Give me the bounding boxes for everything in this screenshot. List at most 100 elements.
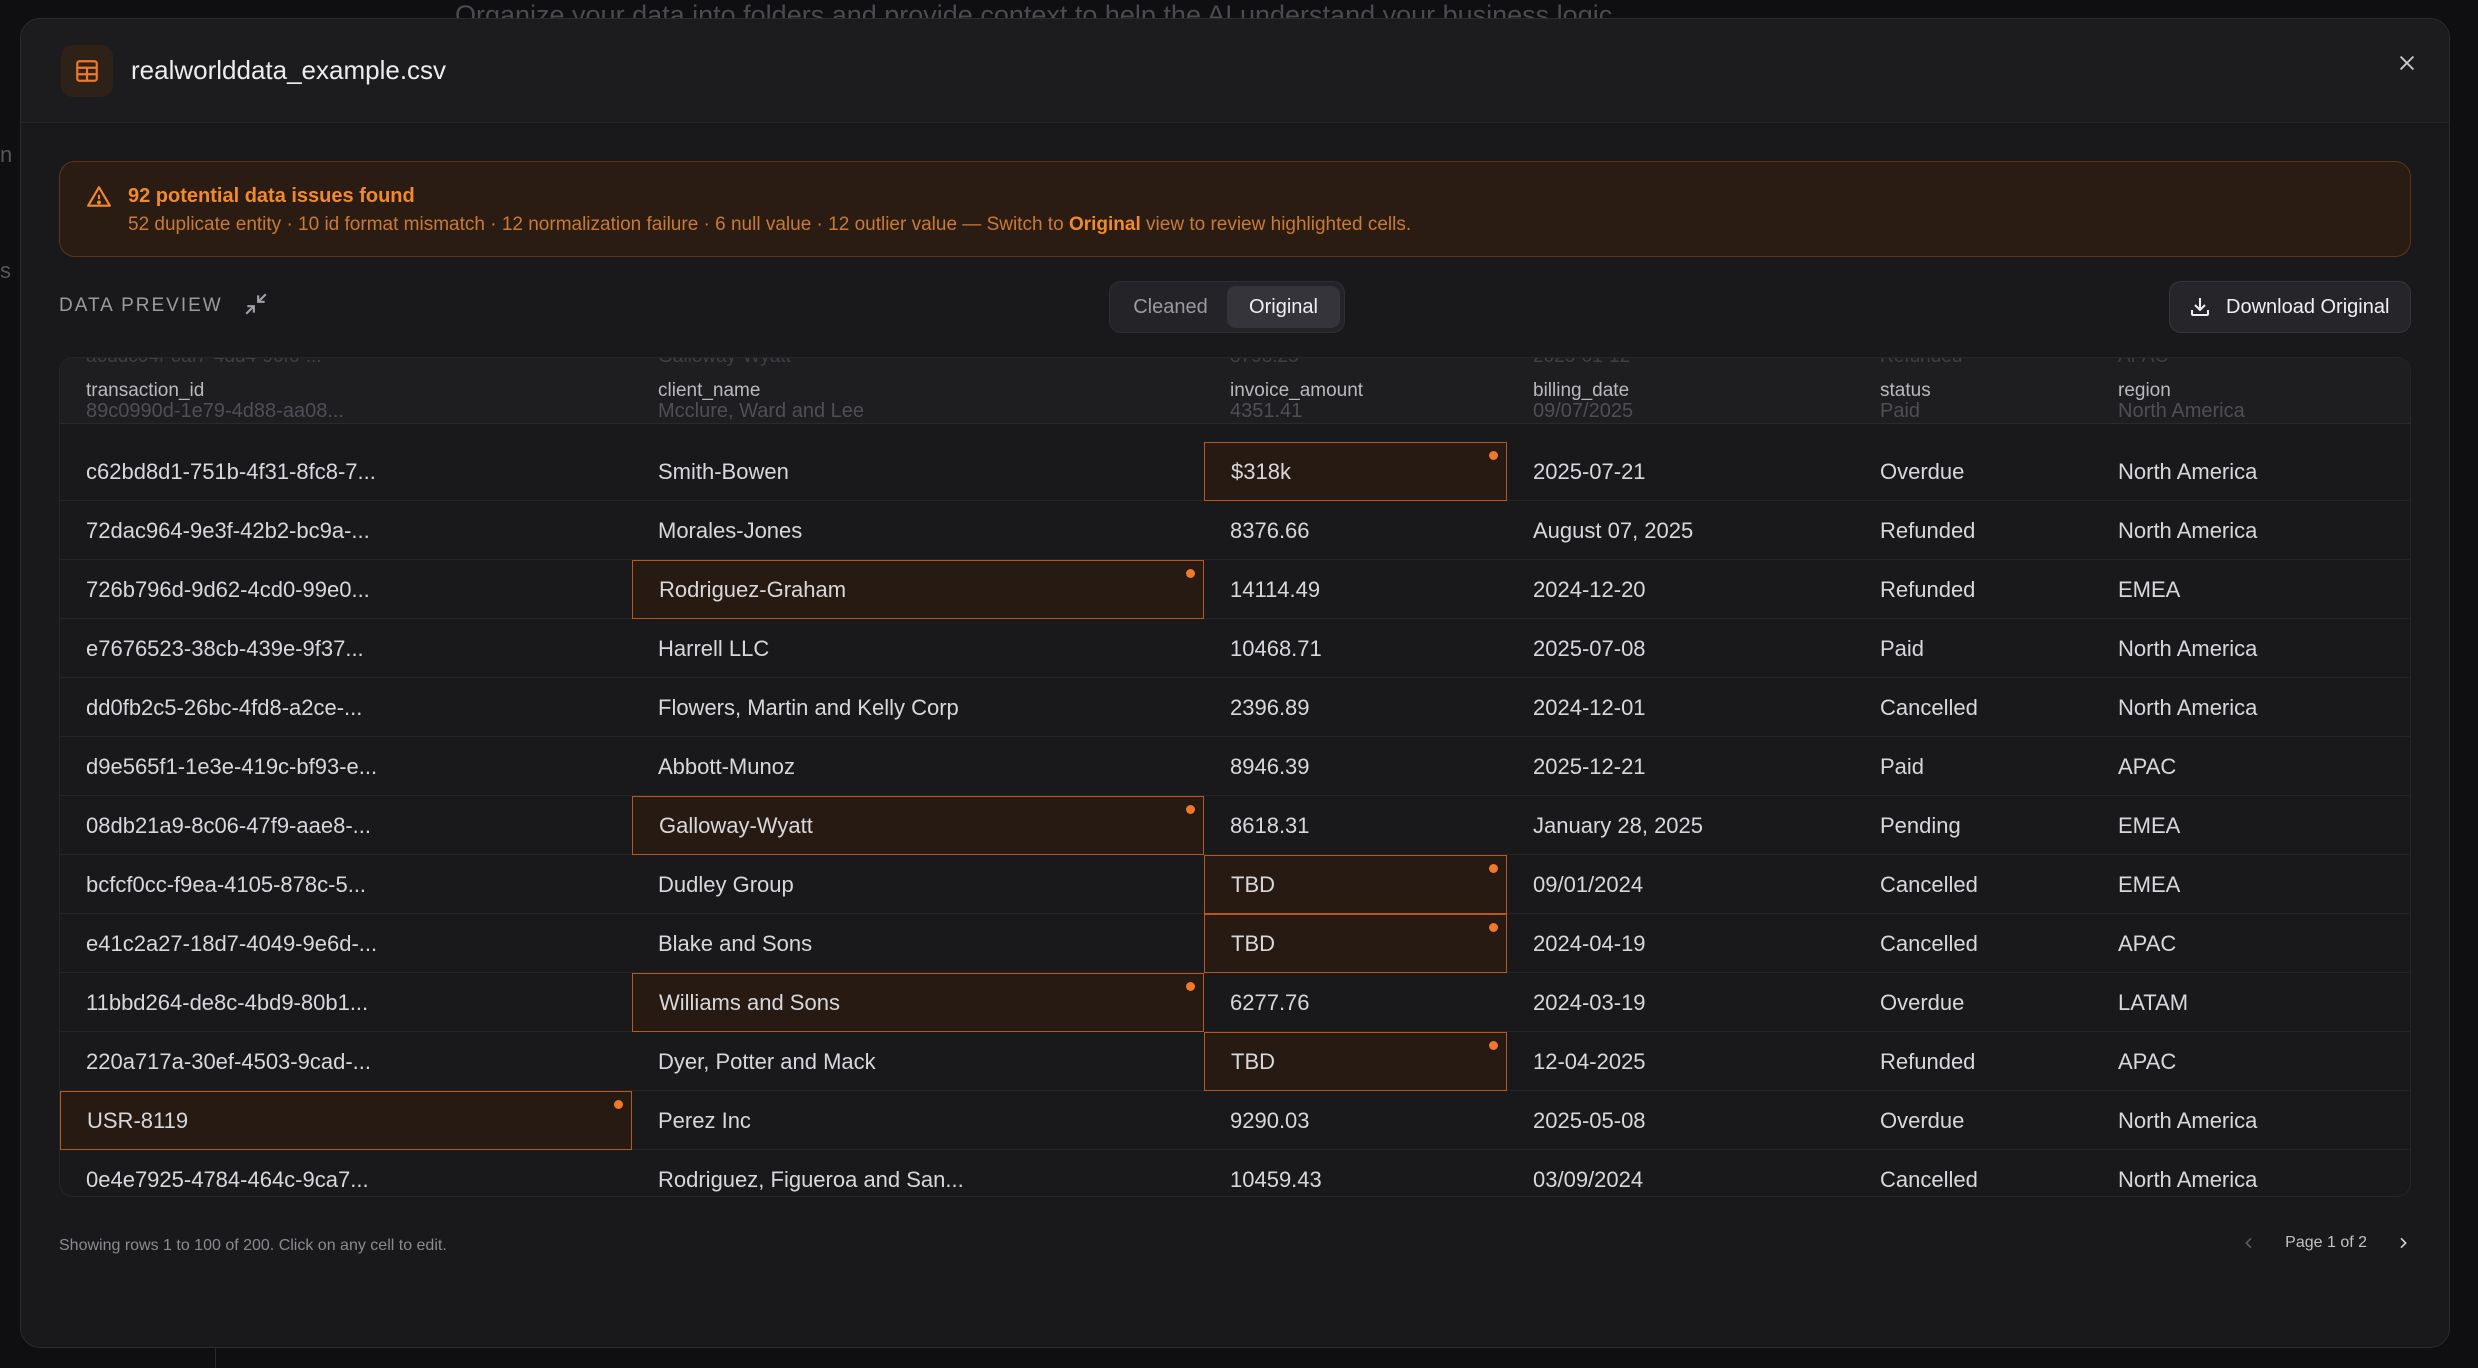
table-cell-transaction-id[interactable]: 0e4e7925-4784-464c-9ca7...	[60, 1150, 632, 1196]
table-cell-status[interactable]: Refunded	[1854, 1032, 2092, 1091]
table-cell-status[interactable]: Cancelled	[1854, 678, 2092, 737]
table-cell-region[interactable]: North America	[2092, 1150, 2410, 1196]
table-cell-client-name[interactable]: Dudley Group	[632, 855, 1204, 914]
table-cell-region[interactable]: EMEA	[2092, 796, 2410, 855]
table-row: 726b796d-9d62-4cd0-99e0... Rodriguez-Grah…	[60, 560, 2410, 619]
table-cell-invoice-amount[interactable]: 10459.43	[1204, 1150, 1507, 1196]
table-cell-region[interactable]: North America	[2092, 442, 2410, 501]
table-cell-billing-date[interactable]: 2024-04-19	[1507, 914, 1854, 973]
next-page-button[interactable]	[2389, 1229, 2417, 1257]
table-cell-billing-date[interactable]: 09/01/2024	[1507, 855, 1854, 914]
data-issues-alert: 92 potential data issues found 52 duplic…	[59, 161, 2411, 257]
flagged-cell-client-name[interactable]: Rodriguez-Graham	[632, 560, 1204, 619]
background-fragment: s	[0, 258, 11, 283]
table-cell-transaction-id[interactable]: e7676523-38cb-439e-9f37...	[60, 619, 632, 678]
close-button[interactable]	[2387, 43, 2427, 83]
table-cell-transaction-id[interactable]: e41c2a27-18d7-4049-9e6d-...	[60, 914, 632, 973]
table-cell-client-name[interactable]: Morales-Jones	[632, 501, 1204, 560]
table-cell-status[interactable]: Pending	[1854, 796, 2092, 855]
column-header-billing-date[interactable]: billing_date	[1533, 380, 1629, 402]
ghost-cell: 8798.25	[1230, 358, 1299, 368]
table-cell-invoice-amount[interactable]: 8946.39	[1204, 737, 1507, 796]
table-cell-region[interactable]: North America	[2092, 1091, 2410, 1150]
flagged-cell-invoice-amount[interactable]: TBD	[1204, 914, 1507, 973]
table-cell-transaction-id[interactable]: 11bbd264-de8c-4bd9-80b1...	[60, 973, 632, 1032]
table-cell-status[interactable]: Overdue	[1854, 442, 2092, 501]
table-cell-billing-date[interactable]: 2025-12-21	[1507, 737, 1854, 796]
table-cell-transaction-id[interactable]: 72dac964-9e3f-42b2-bc9a-...	[60, 501, 632, 560]
column-header-transaction-id[interactable]: transaction_id	[86, 380, 204, 402]
table-cell-client-name[interactable]: Flowers, Martin and Kelly Corp	[632, 678, 1204, 737]
modal-title: realworlddata_example.csv	[131, 55, 447, 85]
view-cleaned[interactable]: Cleaned	[1114, 286, 1227, 328]
table-cell-transaction-id[interactable]: 220a717a-30ef-4503-9cad-...	[60, 1032, 632, 1091]
table-cell-status[interactable]: Refunded	[1854, 560, 2092, 619]
table-cell-billing-date[interactable]: January 28, 2025	[1507, 796, 1854, 855]
flagged-cell-client-name[interactable]: Williams and Sons	[632, 973, 1204, 1032]
table-cell-client-name[interactable]: Blake and Sons	[632, 914, 1204, 973]
table-cell-billing-date[interactable]: 2024-12-20	[1507, 560, 1854, 619]
table-cell-transaction-id[interactable]: d9e565f1-1e3e-419c-bf93-e...	[60, 737, 632, 796]
table-cell-invoice-amount[interactable]: 6277.76	[1204, 973, 1507, 1032]
flagged-cell-invoice-amount[interactable]: TBD	[1204, 855, 1507, 914]
table-cell-region[interactable]: North America	[2092, 619, 2410, 678]
table-cell-billing-date[interactable]: 03/09/2024	[1507, 1150, 1854, 1196]
table-cell-status[interactable]: Cancelled	[1854, 1150, 2092, 1196]
table-cell-client-name[interactable]: Dyer, Potter and Mack	[632, 1032, 1204, 1091]
column-header-status[interactable]: status	[1880, 380, 1931, 402]
download-original-button[interactable]: Download Original	[2169, 281, 2411, 333]
table-cell-billing-date[interactable]: 2025-05-08	[1507, 1091, 1854, 1150]
table-cell-status[interactable]: Overdue	[1854, 973, 2092, 1032]
table-cell-billing-date[interactable]: 12-04-2025	[1507, 1032, 1854, 1091]
table-cell-status[interactable]: Refunded	[1854, 501, 2092, 560]
table-cell-transaction-id[interactable]: dd0fb2c5-26bc-4fd8-a2ce-...	[60, 678, 632, 737]
flagged-cell-transaction-id[interactable]: USR-8119	[60, 1091, 632, 1150]
table-cell-status[interactable]: Overdue	[1854, 1091, 2092, 1150]
table-cell-client-name[interactable]: Harrell LLC	[632, 619, 1204, 678]
table-cell-client-name[interactable]: Abbott-Munoz	[632, 737, 1204, 796]
table-cell-transaction-id[interactable]: c62bd8d1-751b-4f31-8fc8-7...	[60, 442, 632, 501]
table-cell-invoice-amount[interactable]: 2396.89	[1204, 678, 1507, 737]
table-cell-region[interactable]: North America	[2092, 501, 2410, 560]
table-cell-invoice-amount[interactable]: 14114.49	[1204, 560, 1507, 619]
view-original[interactable]: Original	[1227, 286, 1340, 328]
table-cell-invoice-amount[interactable]: 8618.31	[1204, 796, 1507, 855]
table-cell-invoice-amount[interactable]: 10468.71	[1204, 619, 1507, 678]
table-cell-region[interactable]: LATAM	[2092, 973, 2410, 1032]
table-cell-invoice-amount[interactable]: 8376.66	[1204, 501, 1507, 560]
table-cell-client-name[interactable]: Rodriguez, Figueroa and San...	[632, 1150, 1204, 1196]
table-cell-status[interactable]: Paid	[1854, 737, 2092, 796]
collapse-button[interactable]	[243, 291, 269, 322]
table-cell-transaction-id[interactable]: 08db21a9-8c06-47f9-aae8-...	[60, 796, 632, 855]
table-cell-region[interactable]: APAC	[2092, 737, 2410, 796]
table-cell-status[interactable]: Paid	[1854, 619, 2092, 678]
table-cell-region[interactable]: EMEA	[2092, 560, 2410, 619]
prev-page-button[interactable]	[2235, 1229, 2263, 1257]
table-cell-invoice-amount[interactable]: 9290.03	[1204, 1091, 1507, 1150]
table-cell-billing-date[interactable]: 2024-12-01	[1507, 678, 1854, 737]
table-cell-transaction-id[interactable]: bcfcf0cc-f9ea-4105-878c-5...	[60, 855, 632, 914]
table-cell-billing-date[interactable]: August 07, 2025	[1507, 501, 1854, 560]
flagged-cell-invoice-amount[interactable]: $318k	[1204, 442, 1507, 501]
table-cell-region[interactable]: North America	[2092, 678, 2410, 737]
table-cell-billing-date[interactable]: 2025-07-08	[1507, 619, 1854, 678]
table-cell-status[interactable]: Cancelled	[1854, 914, 2092, 973]
table-icon	[61, 45, 113, 97]
table-cell-transaction-id[interactable]: 726b796d-9d62-4cd0-99e0...	[60, 560, 632, 619]
column-header-invoice-amount[interactable]: invoice_amount	[1230, 380, 1363, 402]
column-header-region[interactable]: region	[2118, 380, 2171, 402]
table-cell-billing-date[interactable]: 2024-03-19	[1507, 973, 1854, 1032]
table-cell-client-name[interactable]: Perez Inc	[632, 1091, 1204, 1150]
original-link[interactable]: Original	[1069, 214, 1141, 235]
column-header-client-name[interactable]: client_name	[658, 380, 760, 402]
table-cell-client-name[interactable]: Smith-Bowen	[632, 442, 1204, 501]
table-cell-region[interactable]: APAC	[2092, 914, 2410, 973]
table-cell-status[interactable]: Cancelled	[1854, 855, 2092, 914]
ghost-cell: Galloway-Wyatt	[658, 358, 791, 368]
table-cell-region[interactable]: EMEA	[2092, 855, 2410, 914]
table-header: a6ddc04f-6af7-4dd4-96f6-... transaction_i…	[60, 358, 2410, 424]
flagged-cell-client-name[interactable]: Galloway-Wyatt	[632, 796, 1204, 855]
table-cell-billing-date[interactable]: 2025-07-21	[1507, 442, 1854, 501]
flagged-cell-invoice-amount[interactable]: TBD	[1204, 1032, 1507, 1091]
table-cell-region[interactable]: APAC	[2092, 1032, 2410, 1091]
